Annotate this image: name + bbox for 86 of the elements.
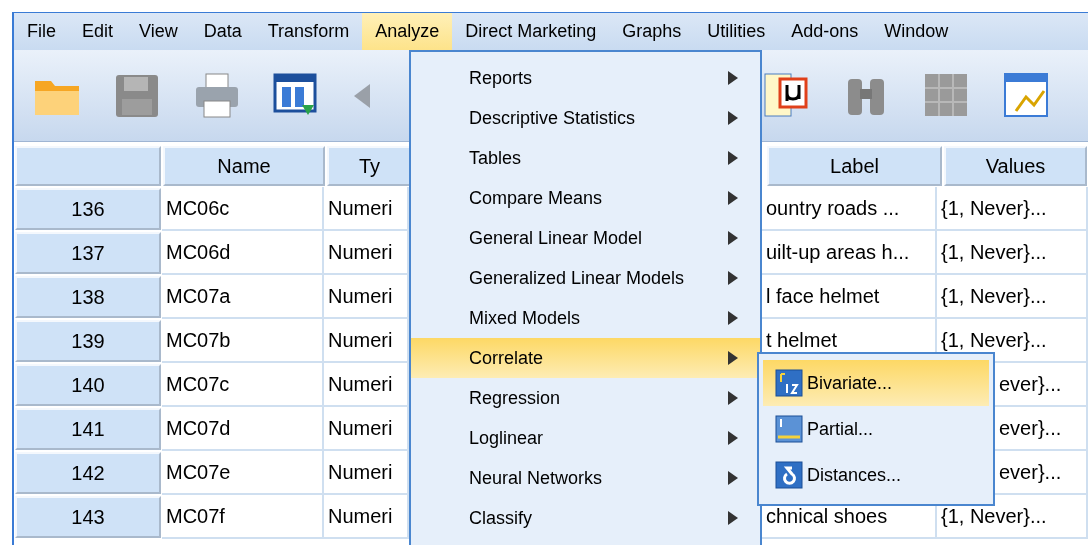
partial-icon <box>775 415 803 443</box>
table-cell: Numeri <box>324 495 409 539</box>
menu-item-label: Regression <box>469 386 561 410</box>
menu-item[interactable]: Mixed Models <box>411 298 760 338</box>
row-number: 140 <box>15 364 161 406</box>
submenu-item[interactable]: Bivariate... <box>763 360 989 406</box>
menu-item[interactable]: Analyze <box>362 13 453 50</box>
column-header: Values <box>944 146 1087 186</box>
submenu-arrow-icon <box>728 151 738 165</box>
table-cell: Numeri <box>324 363 409 407</box>
row-number: 142 <box>15 452 161 494</box>
menu-item-label: Neural Networks <box>469 466 603 490</box>
distances-icon <box>775 461 803 489</box>
table-cell: Numeri <box>324 407 409 451</box>
menu-item[interactable]: Compare Means <box>411 178 760 218</box>
submenu-item-label: Partial... <box>807 417 874 441</box>
submenu-arrow-icon <box>728 311 738 325</box>
menu-item[interactable]: Transform <box>254 13 363 50</box>
table-cell: l face helmet <box>762 275 937 319</box>
column-header: Label <box>767 146 942 186</box>
menu-item-label: Correlate <box>469 346 544 370</box>
table-cell: MC06d <box>162 231 324 275</box>
table-cell: Numeri <box>324 319 409 363</box>
table-cell: MC06c <box>162 187 324 231</box>
row-number: 139 <box>15 320 161 362</box>
menu-item[interactable]: Generalized Linear Models <box>411 258 760 298</box>
submenu-arrow-icon <box>728 391 738 405</box>
row-number: 138 <box>15 276 161 318</box>
menu-item[interactable]: Direct Marketing <box>452 13 610 50</box>
menu-item[interactable]: Utilities <box>694 13 779 50</box>
submenu-arrow-icon <box>728 231 738 245</box>
table-cell: MC07a <box>162 275 324 319</box>
submenu-arrow-icon <box>728 111 738 125</box>
submenu-arrow-icon <box>728 431 738 445</box>
menu-item[interactable]: General Linear Model <box>411 218 760 258</box>
menu-item[interactable]: Edit <box>69 13 127 50</box>
table-cell: MC07c <box>162 363 324 407</box>
table-cell: Numeri <box>324 275 409 319</box>
menu-item[interactable]: Add-ons <box>778 13 872 50</box>
table-cell: {1, Never}... <box>937 275 1088 319</box>
submenu-arrow-icon <box>728 351 738 365</box>
menu-item-label: Tables <box>469 146 522 170</box>
submenu-item-label: Distances... <box>807 463 902 487</box>
menu-item[interactable]: Window <box>871 13 962 50</box>
submenu-arrow-icon <box>728 191 738 205</box>
submenu-arrow-icon <box>728 471 738 485</box>
table-cell: MC07f <box>162 495 324 539</box>
menu-item-label: Loglinear <box>469 426 544 450</box>
menu-item[interactable]: File <box>14 13 69 50</box>
table-cell: Numeri <box>324 451 409 495</box>
menu-item-label: General Linear Model <box>469 226 643 250</box>
menu-item-label: Generalized Linear Models <box>469 266 685 290</box>
menu-item-label: Descriptive Statistics <box>469 106 636 130</box>
table-cell: MC07e <box>162 451 324 495</box>
menu-item[interactable]: Correlate <box>411 338 760 378</box>
submenu-arrow-icon <box>728 511 738 525</box>
table-cell: {1, Never}... <box>937 187 1088 231</box>
submenu-item-label: Bivariate... <box>807 371 893 395</box>
table-cell: MC07d <box>162 407 324 451</box>
column-header: Ty <box>327 146 412 186</box>
table-cell: uilt-up areas h... <box>762 231 937 275</box>
bivariate-icon <box>775 369 803 397</box>
menu-item[interactable]: Graphs <box>609 13 695 50</box>
menu-item-label: Compare Means <box>469 186 603 210</box>
menu-item[interactable]: Tables <box>411 138 760 178</box>
undo-arrow-icon <box>352 81 372 110</box>
row-number: 141 <box>15 408 161 450</box>
row-number: 137 <box>15 232 161 274</box>
submenu-arrow-icon <box>728 271 738 285</box>
menu-item-label: Mixed Models <box>469 306 581 330</box>
submenu-arrow-icon <box>728 71 738 85</box>
row-number: 143 <box>15 496 161 538</box>
row-number: 136 <box>15 188 161 230</box>
table-cell: Numeri <box>324 187 409 231</box>
menu-item-label: Classify <box>469 506 532 530</box>
table-cell: {1, Never}... <box>937 495 1088 539</box>
menu-item[interactable]: Reports <box>411 58 760 98</box>
menu-item[interactable]: Descriptive Statistics <box>411 98 760 138</box>
menu-item[interactable]: View <box>126 13 191 50</box>
menu-item[interactable]: Data <box>190 13 255 50</box>
table-cell: Numeri <box>324 231 409 275</box>
table-cell: MC07b <box>162 319 324 363</box>
table-cell: {1, Never}... <box>937 231 1088 275</box>
table-cell: ountry roads ... <box>762 187 937 231</box>
column-header: Name <box>163 146 325 186</box>
menu-item-label: Reports <box>469 66 533 90</box>
